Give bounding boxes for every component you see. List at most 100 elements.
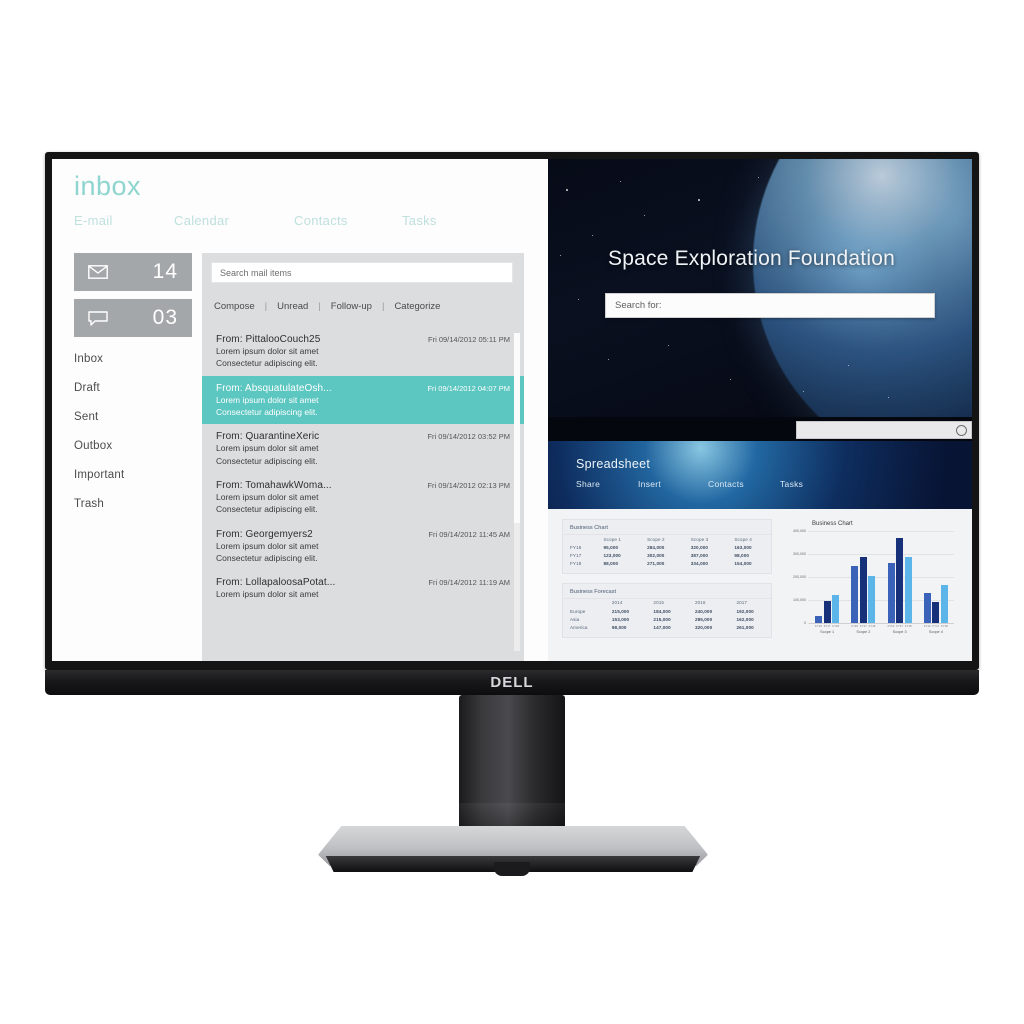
message-preview-line: Consectetur adipiscing elit. (216, 504, 318, 515)
browser-window: Space Exploration Foundation Search for:… (548, 159, 972, 661)
unread-mail-count: 14 (152, 260, 178, 283)
message-preview-line: Consectetur adipiscing elit. (216, 455, 318, 466)
column-header (563, 535, 596, 543)
mail-list-item[interactable]: From: PittalooCouch25 Fri 09/14/2012 05:… (202, 327, 524, 376)
sheet-tab-contacts[interactable]: Contacts (708, 479, 780, 489)
mail-message-list: From: PittalooCouch25 Fri 09/14/2012 05:… (202, 327, 524, 661)
table-cell: 320,000 (694, 624, 713, 630)
column-header: Scope 1 (603, 536, 622, 542)
tab-contacts[interactable]: Contacts (294, 213, 402, 228)
table-cell: 98,000 (611, 624, 627, 630)
message-preview-line: Lorem ipsum dolor sit amet (216, 589, 319, 600)
bar-chart: 0 100,000 200,000 300,000 400,000 FY16 FY17 FY… (782, 529, 960, 643)
monitor-stand-foot (494, 862, 530, 876)
folder-item-inbox[interactable]: Inbox (74, 353, 194, 365)
tab-email[interactable]: E-mail (74, 213, 174, 228)
message-preview-line: Lorem ipsum dolor sit amet (216, 491, 319, 502)
chart-y-tick-label: 0 (804, 621, 806, 625)
mail-list-item[interactable]: From: TomahawkWoma... Fri 09/14/2012 02:… (202, 473, 524, 522)
folder-item-outbox[interactable]: Outbox (74, 440, 194, 452)
sheet-tab-insert[interactable]: Insert (638, 479, 708, 489)
chart-plot-area (809, 531, 954, 624)
message-date: Fri 09/14/2012 04:07 PM (427, 383, 510, 393)
screenshot-root: inbox E-mail Calendar Contacts Tasks 14 (0, 0, 1024, 1024)
message-date: Fri 09/14/2012 05:11 PM (428, 335, 510, 344)
table-cell: 147,000 (653, 624, 671, 630)
folder-item-trash[interactable]: Trash (74, 498, 194, 510)
message-sender: From: QuarantineXeric (216, 431, 320, 443)
unread-chat-counter[interactable]: 03 (74, 299, 192, 337)
message-date: Fri 09/14/2012 02:13 PM (427, 480, 510, 490)
mail-list-item-selected[interactable]: From: AbsquatulateOsh... Fri 09/14/2012 … (202, 375, 524, 425)
table-cell: 387,000 (690, 552, 709, 558)
mail-list-item[interactable]: From: Georgemyers2 Fri 09/14/2012 11:45 … (202, 522, 524, 571)
chart-bar-group (851, 531, 876, 623)
column-header: 2016 (694, 600, 706, 606)
chart-x-group: FY16 FY17 FY18 Scope 2 (850, 624, 876, 634)
column-header (563, 599, 605, 607)
unread-mail-counter[interactable]: 14 (74, 253, 192, 291)
mail-tabbar: E-mail Calendar Contacts Tasks (74, 213, 524, 228)
folder-item-sent[interactable]: Sent (74, 411, 194, 423)
chart-bar (940, 585, 948, 623)
chart-bar (859, 557, 867, 623)
column-header: 2015 (653, 600, 665, 606)
chart-x-group: FY16 FY17 FY18 Scope 1 (814, 624, 840, 634)
secondary-window-titlebar[interactable] (796, 421, 972, 439)
row-label: Europe (570, 608, 586, 614)
table-business-chart: Business Chart Scope 1 Scope 2 Scope 3 S… (562, 519, 772, 574)
sheet-tab-share[interactable]: Share (576, 479, 638, 489)
monitor-stand-neck (459, 695, 565, 840)
message-date: Fri 09/14/2012 11:19 AM (428, 578, 510, 588)
chart-x-subtick-label: FY16 (815, 624, 822, 628)
folder-item-important[interactable]: Important (74, 469, 194, 481)
chart-bar (823, 601, 831, 623)
chart-x-subtick-label: FY16 (923, 624, 931, 628)
column-header: Scope 4 (734, 536, 752, 542)
search-input[interactable]: Search mail items (211, 262, 513, 283)
toolbar-separator: | (318, 301, 321, 312)
compose-button[interactable]: Compose (214, 301, 255, 312)
chart-bar (851, 565, 859, 623)
table-row: FY18 88,000 271,000 334,000 154,000 (563, 560, 771, 568)
message-sender: From: TomahawkWoma... (216, 479, 332, 491)
followup-button[interactable]: Follow-up (331, 301, 372, 312)
message-date: Fri 09/14/2012 03:52 PM (427, 432, 510, 442)
table-cell: 261,000 (736, 624, 754, 630)
column-header: 2017 (736, 600, 748, 606)
tab-calendar[interactable]: Calendar (174, 213, 294, 228)
mail-list-scrollbar-thumb[interactable] (514, 333, 520, 523)
monitor-bezel: inbox E-mail Calendar Contacts Tasks 14 (45, 152, 979, 670)
folder-list: Inbox Draft Sent Outbox Important Trash (74, 353, 194, 527)
monitor-screen: inbox E-mail Calendar Contacts Tasks 14 (52, 159, 972, 661)
data-table: 2014 2015 2016 2017 Europe 215,000 184,0… (563, 599, 771, 632)
chart-x-subtick-label: FY16 (851, 624, 859, 628)
hero-search-input[interactable]: Search for: (605, 293, 935, 318)
chart-x-group: FY16 FY17 FY18 Scope 3 (887, 624, 913, 634)
tab-tasks[interactable]: Tasks (402, 213, 482, 228)
table-cell: 215,000 (611, 608, 630, 614)
table-header-row: 2014 2015 2016 2017 (563, 599, 771, 607)
row-label: Asia (570, 616, 580, 622)
mail-list-scrollbar[interactable] (514, 333, 520, 651)
sheet-tab-tasks[interactable]: Tasks (780, 479, 840, 489)
mail-list-pane: Search mail items Compose | Unread | Fol… (202, 253, 524, 661)
categorize-button[interactable]: Categorize (394, 301, 440, 312)
column-header: Scope 3 (690, 536, 709, 542)
chart-x-subtick-label: FY17 (896, 624, 903, 628)
table-row: Asia 153,000 215,000 285,000 162,000 (563, 615, 771, 623)
message-sender: From: Georgemyers2 (216, 528, 313, 540)
chart-title: Business Chart (812, 521, 853, 527)
chat-bubble-icon (88, 310, 108, 326)
mail-list-item[interactable]: From: QuarantineXeric Fri 09/14/2012 03:… (202, 424, 524, 473)
message-preview-line: Lorem ipsum dolor sit amet (216, 346, 319, 356)
unread-button[interactable]: Unread (277, 301, 308, 312)
table-cell: 162,000 (736, 616, 754, 622)
folder-item-draft[interactable]: Draft (74, 382, 194, 394)
chart-bar-group (887, 531, 912, 623)
window-control-icon[interactable] (956, 424, 967, 436)
table-cell: 184,000 (653, 608, 671, 614)
chart-x-subtick-label: FY17 (932, 624, 940, 628)
unread-chat-count: 03 (152, 306, 178, 329)
mail-list-item[interactable]: From: LollapaloosaPotat... Fri 09/14/201… (202, 570, 524, 606)
